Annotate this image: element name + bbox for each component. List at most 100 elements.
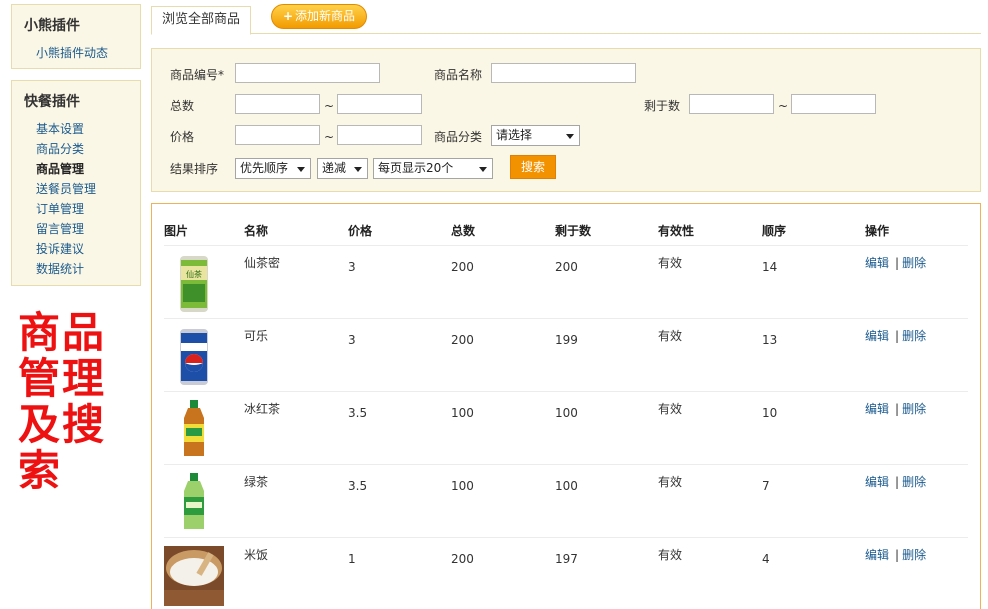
sidebar-group-title: 小熊插件 (24, 18, 80, 34)
header-image: 图片 (164, 224, 189, 238)
product-name: 米饭 (244, 548, 269, 562)
sidebar-item-messages[interactable]: 留言管理 (36, 219, 140, 239)
product-total: 100 (451, 406, 474, 420)
product-total: 100 (451, 479, 474, 493)
edit-link[interactable]: 编辑 (865, 548, 889, 562)
plus-icon: + (282, 9, 294, 23)
product-table: 图片 名称 价格 总数 剩于数 有效性 顺序 操作 仙茶 仙茶密 3 200 2… (151, 203, 981, 609)
product-order: 10 (762, 406, 778, 420)
annotation-line: 管理 (18, 354, 107, 403)
product-name-input[interactable] (491, 63, 636, 83)
header-total: 总数 (451, 224, 476, 238)
row-actions: 编辑 | 删除 (865, 400, 926, 417)
header-valid: 有效性 (658, 224, 695, 238)
remain-max-input[interactable] (791, 94, 876, 114)
product-order: 14 (762, 260, 778, 274)
edit-link[interactable]: 编辑 (865, 475, 889, 489)
product-price: 3 (348, 333, 356, 347)
product-price: 3.5 (348, 479, 368, 493)
total-label: 总数 (170, 99, 195, 113)
edit-link[interactable]: 编辑 (865, 329, 889, 343)
table-row: 可乐 3 200 199 有效 13 编辑 | 删除 (152, 319, 980, 392)
product-name: 可乐 (244, 329, 269, 343)
annotation-line: 及搜 (18, 400, 107, 449)
rice-bucket-image (164, 546, 224, 606)
product-total: 200 (451, 260, 474, 274)
sidebar-item-products[interactable]: 商品管理 (36, 159, 140, 179)
svg-text:仙茶: 仙茶 (186, 269, 202, 279)
product-remain: 100 (555, 479, 578, 493)
sidebar-item-basic-settings[interactable]: 基本设置 (36, 119, 140, 139)
ice-tea-bottle-image (184, 400, 204, 456)
annotation-line: 索 (18, 446, 63, 495)
product-code-input[interactable] (235, 63, 380, 83)
remain-label: 剩于数 (644, 99, 681, 113)
delete-link[interactable]: 删除 (902, 329, 926, 343)
product-name: 冰红茶 (244, 402, 281, 416)
header-actions: 操作 (865, 224, 890, 238)
delete-link[interactable]: 删除 (902, 548, 926, 562)
page-size-select-value: 每页显示20个 (378, 161, 454, 175)
product-name-label: 商品名称 (434, 68, 483, 82)
edit-link[interactable]: 编辑 (865, 256, 889, 270)
action-separator: | (895, 548, 900, 562)
range-tilde: ~ (778, 99, 789, 113)
tab-browse-all[interactable]: 浏览全部商品 (151, 6, 252, 35)
product-valid: 有效 (658, 256, 683, 270)
search-panel: 商品编号* 商品名称 总数 ~ 剩于数 ~ 价格 ~ 商品分类 请选择 结果排序… (151, 48, 981, 192)
sort-label: 结果排序 (170, 162, 219, 176)
action-separator: | (895, 256, 900, 270)
sort-select[interactable]: 优先顺序 (235, 158, 311, 179)
edit-link[interactable]: 编辑 (865, 402, 889, 416)
action-separator: | (895, 475, 900, 489)
sidebar-box-kuaican: 快餐插件 基本设置 商品分类 商品管理 送餐员管理 订单管理 留言管理 投诉建议… (11, 80, 141, 286)
search-button[interactable]: 搜索 (510, 155, 556, 179)
header-name: 名称 (244, 224, 269, 238)
price-min-input[interactable] (235, 125, 320, 145)
total-max-input[interactable] (337, 94, 422, 114)
delete-link[interactable]: 删除 (902, 475, 926, 489)
order-select[interactable]: 递减 (317, 158, 368, 179)
product-price: 1 (348, 552, 356, 566)
action-separator: | (895, 329, 900, 343)
row-actions: 编辑 | 删除 (865, 473, 926, 490)
product-order: 7 (762, 479, 770, 493)
sidebar-item-complaints[interactable]: 投诉建议 (36, 239, 140, 259)
sidebar-box-xiaoxiong: 小熊插件 小熊插件动态 (11, 4, 141, 69)
row-actions: 编辑 | 删除 (865, 546, 926, 563)
table-row: 米饭 1 200 197 有效 4 编辑 | 删除 (152, 538, 980, 609)
add-product-label: 添加新商品 (295, 9, 356, 23)
sort-select-value: 优先顺序 (240, 161, 289, 175)
category-select[interactable]: 请选择 (491, 125, 580, 146)
delete-link[interactable]: 删除 (902, 402, 926, 416)
product-total: 200 (451, 333, 474, 347)
product-name: 绿茶 (244, 475, 269, 489)
product-remain: 199 (555, 333, 578, 347)
header-order: 顺序 (762, 224, 787, 238)
page-size-select[interactable]: 每页显示20个 (373, 158, 493, 179)
product-order: 4 (762, 552, 770, 566)
sidebar-item-couriers[interactable]: 送餐员管理 (36, 179, 140, 199)
chevron-down-icon (566, 134, 574, 139)
add-product-button[interactable]: + 添加新商品 (271, 4, 367, 29)
green-tea-can-image: 仙茶 (180, 256, 208, 312)
chevron-down-icon (354, 167, 362, 172)
header-remain: 剩于数 (555, 224, 592, 238)
total-min-input[interactable] (235, 94, 320, 114)
green-tea-bottle-image (184, 473, 204, 529)
sidebar-item-categories[interactable]: 商品分类 (36, 139, 140, 159)
annotation-line: 商品 (18, 308, 107, 357)
row-actions: 编辑 | 删除 (865, 254, 926, 271)
annotation-text: 商品 管理 及搜 索 (18, 310, 118, 494)
remain-min-input[interactable] (689, 94, 774, 114)
sidebar-item-xiaoxiong-news[interactable]: 小熊插件动态 (36, 43, 140, 63)
chevron-down-icon (479, 167, 487, 172)
delete-link[interactable]: 删除 (902, 256, 926, 270)
product-name: 仙茶密 (244, 256, 281, 270)
sidebar-item-statistics[interactable]: 数据统计 (36, 259, 140, 279)
price-max-input[interactable] (337, 125, 422, 145)
chevron-down-icon (297, 167, 305, 172)
product-valid: 有效 (658, 548, 683, 562)
product-order: 13 (762, 333, 778, 347)
sidebar-item-orders[interactable]: 订单管理 (36, 199, 140, 219)
